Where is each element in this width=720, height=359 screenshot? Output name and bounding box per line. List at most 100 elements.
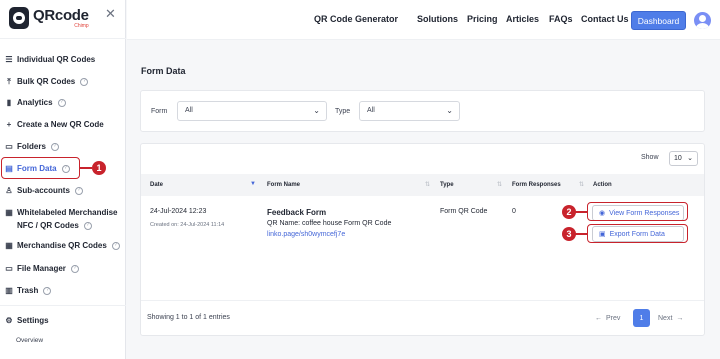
- help-icon[interactable]: ?: [80, 77, 89, 86]
- type-filter-select[interactable]: All ⌄: [359, 101, 460, 121]
- filter-card: Form All ⌄ Type All ⌄: [140, 90, 705, 132]
- help-icon[interactable]: ?: [74, 186, 83, 195]
- brand-logo[interactable]: QRcode Chimp: [9, 7, 89, 29]
- type-filter-label: Type: [335, 108, 351, 115]
- highlight-box-view-form-responses: [587, 202, 688, 221]
- chevron-down-icon: ⌄: [446, 106, 453, 115]
- form-filter-label: Form: [151, 108, 168, 115]
- show-entries-select[interactable]: 10 ⌄: [669, 151, 698, 166]
- brand-sub: Chimp: [74, 22, 89, 29]
- folder-icon: ▭: [5, 142, 13, 151]
- file-icon: ▭: [5, 264, 13, 273]
- help-icon[interactable]: ?: [43, 286, 52, 295]
- sidebar-item-label: File Manager: [17, 264, 66, 273]
- sidebar-divider: [0, 305, 126, 306]
- chevron-down-icon: ⌄: [313, 106, 320, 115]
- sidebar-item-merchandise-qr-codes[interactable]: ▦ Merchandise QR Codes ?: [4, 240, 120, 251]
- next-page-button[interactable]: Next →: [658, 309, 683, 327]
- sidebar-item-trash[interactable]: ▥ Trash ?: [4, 285, 52, 296]
- row-form-name: Feedback Form: [267, 208, 327, 217]
- close-icon[interactable]: ✕: [105, 7, 116, 20]
- sidebar-item-label: Settings: [17, 316, 49, 325]
- upload-icon: ⤒: [7, 77, 11, 86]
- sort-icon[interactable]: ⇅: [579, 181, 584, 188]
- highlight-box-export-form-data: [587, 224, 688, 243]
- sidebar-item-sub-accounts[interactable]: ♙ Sub-accounts ?: [4, 185, 83, 196]
- sort-desc-icon[interactable]: ▼: [250, 181, 256, 187]
- chevron-down-icon: ⌄: [687, 155, 693, 162]
- sidebar-divider: [0, 38, 126, 39]
- row-short-link[interactable]: linko.page/sh0wymcefj7e: [267, 231, 345, 238]
- column-header-form-name[interactable]: Form Name: [267, 182, 300, 188]
- user-icon: ♙: [5, 186, 13, 195]
- sort-icon[interactable]: ⇅: [425, 181, 430, 188]
- help-icon[interactable]: ?: [83, 221, 92, 230]
- row-created-on: Created on: 24-Jul-2024 11:14: [150, 222, 225, 228]
- row-date: 24-Jul-2024 12:23: [150, 208, 207, 215]
- sidebar-item-label: Trash: [17, 286, 39, 295]
- nav-link-contact-us[interactable]: Contact Us: [581, 14, 629, 24]
- dashboard-button[interactable]: Dashboard: [631, 11, 686, 30]
- sidebar-item-analytics[interactable]: ▮ Analytics ?: [4, 97, 66, 108]
- row-qr-name: QR Name: coffee house Form QR Code: [267, 220, 392, 227]
- column-header-date[interactable]: Date: [150, 182, 163, 188]
- sidebar-item-folders[interactable]: ▭ Folders ?: [4, 141, 59, 152]
- entries-info: Showing 1 to 1 of 1 entries: [147, 314, 230, 321]
- sidebar-item-label: Folders: [17, 142, 46, 151]
- plus-icon: +: [6, 120, 12, 129]
- sidebar-item-bulk-qr-codes[interactable]: ⤒ Bulk QR Codes ?: [4, 76, 89, 87]
- column-header-action: Action: [593, 182, 612, 188]
- row-form-responses: 0: [512, 208, 516, 215]
- type-filter-value: All: [367, 107, 375, 114]
- sidebar-item-create-qr-code[interactable]: + Create a New QR Code: [4, 119, 104, 130]
- table-header: Date ▼ Form Name ⇅ Type ⇅ Form Responses…: [141, 174, 704, 196]
- sidebar-item-label: Whitelabeled Merchandise: [17, 208, 118, 217]
- help-icon[interactable]: ?: [50, 142, 59, 151]
- column-header-type[interactable]: Type: [440, 182, 454, 188]
- annotation-line: [575, 233, 587, 235]
- column-header-form-responses[interactable]: Form Responses: [512, 182, 561, 188]
- arrow-left-icon: ←: [595, 314, 602, 322]
- nav-link-qr-code-generator[interactable]: QR Code Generator: [314, 14, 398, 24]
- arrow-right-icon: →: [676, 314, 684, 322]
- row-type: Form QR Code: [440, 208, 488, 215]
- help-icon[interactable]: ?: [111, 241, 120, 250]
- nav-link-faqs[interactable]: FAQs: [549, 14, 573, 24]
- nav-link-solutions[interactable]: Solutions: [417, 14, 458, 24]
- sidebar-item-individual-qr-codes[interactable]: ☰ Individual QR Codes: [4, 54, 95, 65]
- nav-link-articles[interactable]: Articles: [506, 14, 539, 24]
- page-title: Form Data: [141, 66, 186, 76]
- form-filter-select[interactable]: All ⌄: [177, 101, 327, 121]
- avatar[interactable]: [694, 12, 711, 29]
- sidebar-item-label: Merchandise QR Codes: [17, 241, 107, 250]
- prev-label: Prev: [606, 314, 621, 322]
- form-filter-value: All: [185, 107, 193, 114]
- stack-icon: ☰: [5, 55, 13, 64]
- sidebar-item-label: Analytics: [17, 98, 53, 107]
- show-entries-label: Show: [641, 154, 659, 161]
- grid-icon: ▦: [5, 241, 13, 250]
- help-icon[interactable]: ?: [57, 98, 66, 107]
- highlight-box-form-data: [1, 157, 80, 179]
- chimp-logo-icon: [9, 7, 29, 29]
- tag-icon: ▦: [5, 208, 13, 217]
- nav-link-pricing[interactable]: Pricing: [467, 14, 498, 24]
- sidebar-item-label-line2: NFC / QR Codes: [17, 221, 79, 230]
- next-label: Next: [658, 314, 673, 322]
- sidebar-item-label: Bulk QR Codes: [17, 77, 76, 86]
- show-entries-value: 10: [674, 155, 682, 162]
- page-number-current[interactable]: 1: [633, 309, 650, 327]
- sidebar-item-label: Create a New QR Code: [17, 120, 104, 129]
- annotation-badge-2: 2: [562, 205, 576, 219]
- annotation-line: [80, 167, 92, 169]
- sort-icon[interactable]: ⇅: [497, 181, 502, 188]
- annotation-badge-1: 1: [92, 161, 106, 175]
- prev-page-button[interactable]: ← Prev: [595, 309, 620, 327]
- sidebar-item-label: Individual QR Codes: [17, 55, 96, 64]
- sidebar-item-file-manager[interactable]: ▭ File Manager ?: [4, 263, 79, 274]
- sidebar-item-whitelabeled-merchandise[interactable]: ▦ Whitelabeled Merchandise NFC / QR Code…: [4, 207, 117, 231]
- sidebar-subitem-overview[interactable]: Overview: [16, 337, 43, 344]
- help-icon[interactable]: ?: [70, 264, 79, 273]
- trash-icon: ▥: [5, 286, 13, 295]
- sidebar-item-settings[interactable]: ⚙ Settings: [4, 315, 49, 326]
